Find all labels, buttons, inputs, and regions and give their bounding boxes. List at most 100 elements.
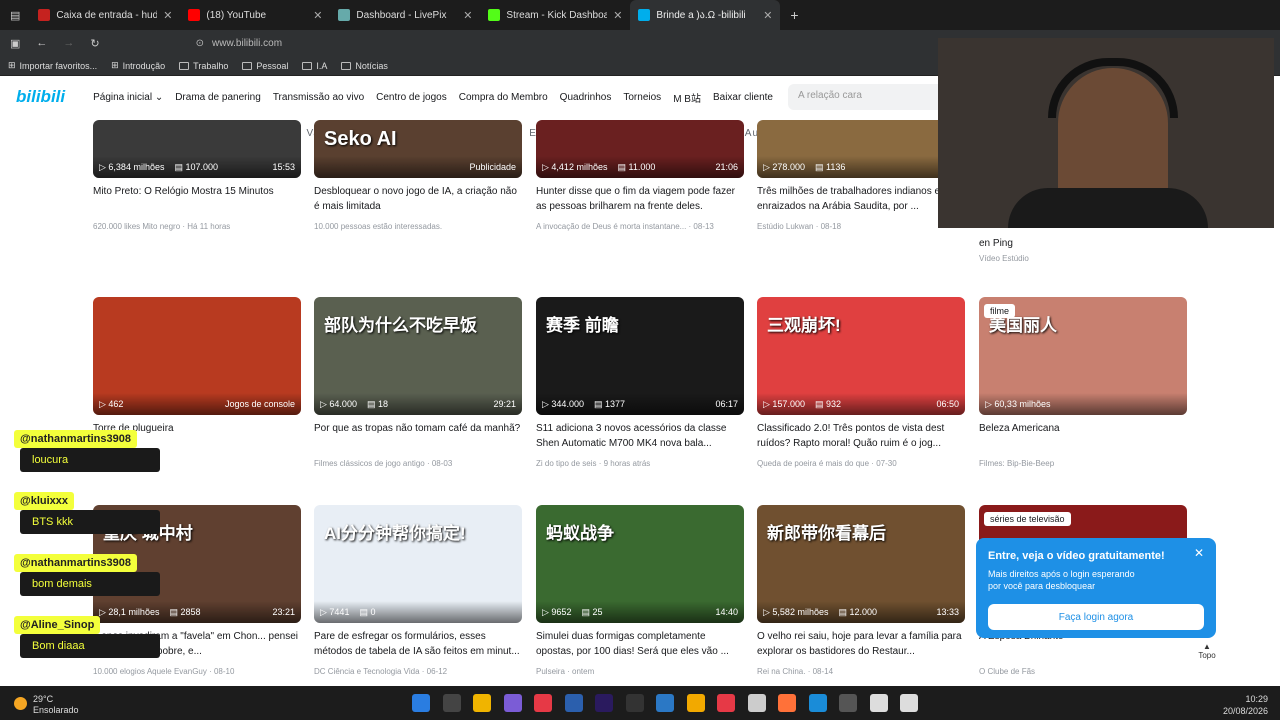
nav-item[interactable]: Quadrinhos xyxy=(560,92,612,103)
video-card[interactable]: 赛季 前瞻 ▷ 344.000 ▤ 1377 06:17 S11 adiciona 3 … xyxy=(536,297,744,468)
bookmark-item[interactable]: ⊞ Introdução xyxy=(111,60,165,71)
video-thumbnail[interactable]: ▷ 4,412 milhões ▤ 11.000 21:06 xyxy=(536,120,744,178)
browser-tab[interactable]: Dashboard - LivePix ✕ xyxy=(330,0,480,30)
close-tab-icon[interactable]: ✕ xyxy=(763,9,772,22)
browser-tab[interactable]: Caixa de entrada - hudsonfabio ✕ xyxy=(30,0,180,30)
app-icon[interactable] xyxy=(839,694,857,712)
video-title[interactable]: S11 adiciona 3 novos acessórios da class… xyxy=(536,421,744,451)
video-title[interactable]: O velho rei saiu, hoje para levar a famí… xyxy=(757,629,965,659)
bookmark-item[interactable]: Pessoal xyxy=(242,61,288,71)
video-subtitle[interactable]: Zi do tipo de seis · 9 horas atrás xyxy=(536,459,744,468)
close-tab-icon[interactable]: ✕ xyxy=(613,9,622,22)
video-card[interactable]: Seko AI Publicidade Desbloquear o novo jog… xyxy=(314,120,522,231)
settings-icon[interactable] xyxy=(869,694,888,712)
edge-icon[interactable] xyxy=(808,694,827,712)
video-card[interactable]: AI分分钟帮你搞定! ▷ 7441 ▤ 0 Pare de esfregar os f… xyxy=(314,505,522,676)
new-tab-icon[interactable]: + xyxy=(780,7,808,23)
start-icon[interactable] xyxy=(412,694,430,712)
url-field[interactable]: ⊙ www.bilibili.com xyxy=(196,38,282,49)
site-info-icon[interactable]: ⊙ xyxy=(196,38,204,49)
app-icon[interactable] xyxy=(747,694,766,712)
bookmark-item[interactable]: I.A xyxy=(302,61,327,71)
video-title[interactable]: Beleza Americana xyxy=(979,421,1187,451)
video-thumbnail[interactable]: 赛季 前瞻 ▷ 344.000 ▤ 1377 06:17 xyxy=(536,297,744,415)
back-icon[interactable]: ← xyxy=(36,37,47,49)
close-tab-icon[interactable]: ✕ xyxy=(463,9,472,22)
video-thumbnail[interactable]: 新郎带你看幕后 ▷ 5,582 milhões ▤ 12.000 13:33 xyxy=(757,505,965,623)
nav-item[interactable]: Transmissão ao vivo xyxy=(273,92,364,103)
video-title[interactable]: Simulei duas formigas completamente opos… xyxy=(536,629,744,659)
clock-date[interactable]: 20/08/2026 xyxy=(1223,706,1268,716)
video-card[interactable]: 三观崩坏! ▷ 157.000 ▤ 932 06:50 Classificado 2.0… xyxy=(757,297,965,468)
video-title[interactable]: Desbloquear o novo jogo de IA, a criação… xyxy=(314,184,522,214)
video-title[interactable]: Pare de esfregar os formulários, esses m… xyxy=(314,629,522,659)
nav-item[interactable]: M B站 xyxy=(673,90,701,105)
nav-item[interactable]: Drama de panering xyxy=(175,92,261,103)
video-title[interactable]: Hunter disse que o fim da viagem pode fa… xyxy=(536,184,744,214)
video-card[interactable]: ▷ 4,412 milhões ▤ 11.000 21:06 Hunter disse… xyxy=(536,120,744,231)
browser-tab[interactable]: Stream - Kick Dashboard ✕ xyxy=(480,0,630,30)
nav-item[interactable]: Compra do Membro xyxy=(459,92,548,103)
video-subtitle[interactable]: Rei na China. · 08-14 xyxy=(757,667,965,676)
nav-item[interactable]: Centro de jogos xyxy=(376,92,447,103)
video-card[interactable]: ▷ 278.000 ▤ 1136 Três milhões de trabalhad… xyxy=(757,120,965,231)
video-thumbnail[interactable]: ▷ 462 Jogos de console xyxy=(93,297,301,415)
video-thumbnail[interactable]: ▷ 6,384 milhões ▤ 107.000 15:53 xyxy=(93,120,301,178)
app-icon[interactable] xyxy=(503,694,522,712)
bookmark-item[interactable]: ⊞ Importar favoritos... xyxy=(8,60,97,71)
clock-time[interactable]: 10:29 xyxy=(1245,694,1268,704)
close-tab-icon[interactable]: ✕ xyxy=(163,9,172,22)
premiere-icon[interactable] xyxy=(595,694,613,712)
video-subtitle[interactable]: Filmes: Bip-Bie-Beep xyxy=(979,459,1187,468)
video-subtitle[interactable]: 10.000 pessoas estão interessadas. xyxy=(314,222,522,231)
search-icon[interactable] xyxy=(442,694,461,712)
bookmark-item[interactable]: Trabalho xyxy=(179,61,228,71)
bookmark-item[interactable]: Notícias xyxy=(341,61,388,71)
photoshop-icon[interactable] xyxy=(564,694,583,712)
nav-item[interactable]: Baixar cliente xyxy=(713,92,773,103)
video-card-partial[interactable]: en Ping Vídeo Estúdio xyxy=(979,230,1187,263)
nav-item[interactable]: Torneios xyxy=(623,92,661,103)
browser-tab[interactable]: Brinde a )ა.Ω -bilibili ✕ xyxy=(630,0,781,30)
video-title[interactable]: Por que as tropas não tomam café da manh… xyxy=(314,421,522,451)
forward-icon[interactable]: → xyxy=(63,37,74,49)
login-button[interactable]: Faça login agora xyxy=(988,604,1204,630)
reload-icon[interactable]: ↻ xyxy=(90,37,99,50)
scroll-top-button[interactable]: ▲ Topo xyxy=(1196,642,1218,660)
video-thumbnail[interactable]: ▷ 278.000 ▤ 1136 xyxy=(757,120,965,178)
video-thumbnail[interactable]: 部队为什么不吃早饭 ▷ 64.000 ▤ 18 29:21 xyxy=(314,297,522,415)
app-icon[interactable] xyxy=(625,694,644,712)
video-title[interactable]: Classificado 2.0! Três pontos de vista d… xyxy=(757,421,965,451)
file-explorer-icon[interactable] xyxy=(473,694,491,712)
nav-item[interactable]: Página inicial ⌄ xyxy=(93,92,163,103)
video-card[interactable]: 部队为什么不吃早饭 ▷ 64.000 ▤ 18 29:21 Por que as tro… xyxy=(314,297,522,468)
video-subtitle[interactable]: A invocação de Deus é morta instantane..… xyxy=(536,222,744,231)
tasks-icon[interactable] xyxy=(686,694,705,712)
firefox-icon[interactable] xyxy=(778,694,796,712)
workspaces-icon[interactable]: ▤ xyxy=(0,9,30,22)
close-icon[interactable]: ✕ xyxy=(1194,546,1204,560)
video-card[interactable]: 美国丽人 ▷ 60,33 milhões Beleza Americana Filme… xyxy=(979,297,1187,468)
opera-icon[interactable] xyxy=(534,694,552,712)
bilibili-logo[interactable]: bilibili xyxy=(16,87,65,107)
video-subtitle[interactable]: Pulseira · ontem xyxy=(536,667,744,676)
video-thumbnail[interactable]: 蚂蚁战争 ▷ 9652 ▤ 25 14:40 xyxy=(536,505,744,623)
video-subtitle[interactable]: Estúdio Lukwan · 08-18 xyxy=(757,222,965,231)
close-tab-icon[interactable]: ✕ xyxy=(313,9,322,22)
video-thumbnail[interactable]: AI分分钟帮你搞定! ▷ 7441 ▤ 0 xyxy=(314,505,522,623)
app-icon[interactable] xyxy=(900,694,918,712)
search-input[interactable]: A relação cara xyxy=(788,84,948,110)
video-subtitle[interactable]: 620.000 likes Mito negro · Há 11 horas xyxy=(93,222,301,231)
video-thumbnail[interactable]: 三观崩坏! ▷ 157.000 ▤ 932 06:50 xyxy=(757,297,965,415)
video-subtitle[interactable]: Queda de poeira é mais do que · 07-30 xyxy=(757,459,965,468)
video-thumbnail[interactable]: Seko AI Publicidade xyxy=(314,120,522,178)
sidebar-toggle-icon[interactable]: ▣ xyxy=(10,37,20,50)
video-subtitle[interactable]: DC Ciência e Tecnologia Vida · 06-12 xyxy=(314,667,522,676)
video-title[interactable]: Três milhões de trabalhadores indianos e… xyxy=(757,184,965,214)
video-card[interactable]: 蚂蚁战争 ▷ 9652 ▤ 25 14:40 Simulei duas formigas… xyxy=(536,505,744,676)
video-title[interactable]: Mito Preto: O Relógio Mostra 15 Minutos xyxy=(93,184,301,214)
video-subtitle[interactable]: 10.000 elogios Aquele EvanGuy · 08-10 xyxy=(93,667,301,676)
video-subtitle[interactable]: O Clube de Fãs xyxy=(979,667,1187,676)
app-icon[interactable] xyxy=(656,694,674,712)
video-subtitle[interactable]: Filmes clássicos de jogo antigo · 08-03 xyxy=(314,459,522,468)
